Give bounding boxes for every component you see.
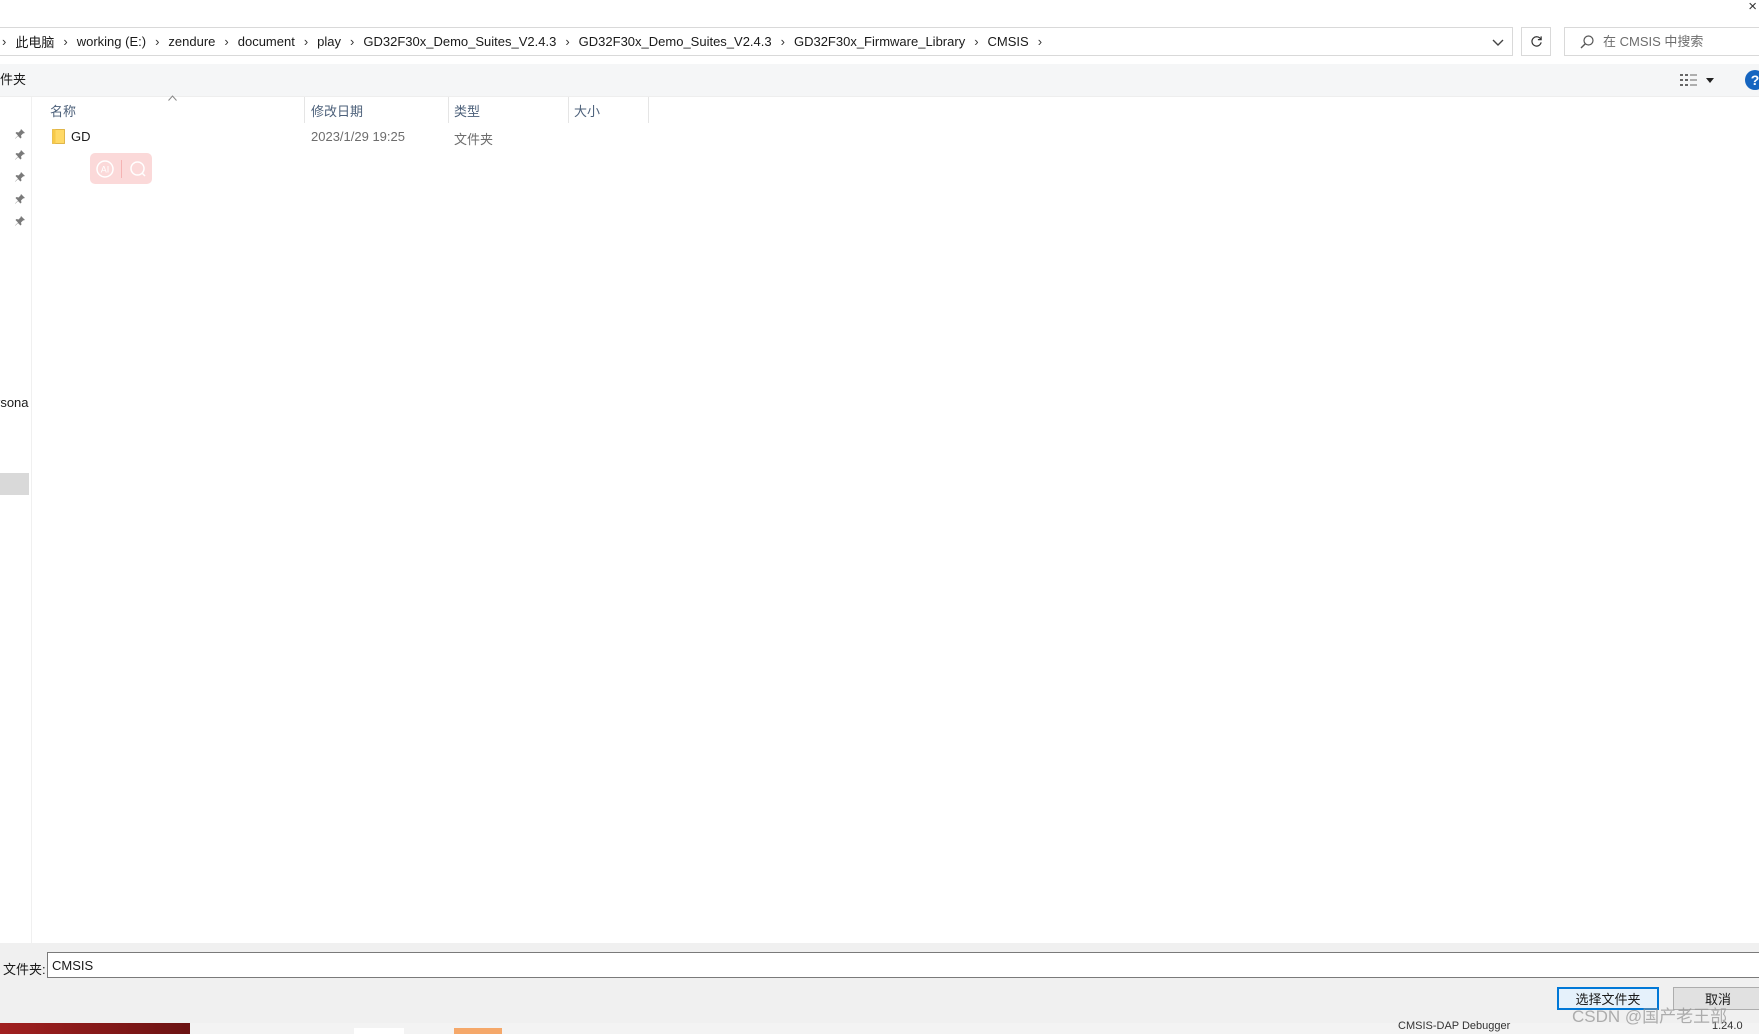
sort-ascending-icon <box>168 92 177 104</box>
column-header-type[interactable]: 类型 <box>454 97 480 123</box>
search-icon <box>1580 34 1594 48</box>
breadcrumb-cmsis[interactable]: CMSIS <box>988 34 1029 49</box>
taskbar-item[interactable] <box>354 1028 404 1034</box>
dialog-footer: 文件夹: 选择文件夹 取消 <box>0 943 1759 1023</box>
folder-label: 文件夹: <box>3 962 46 977</box>
breadcrumb-separator[interactable]: › <box>1029 34 1051 49</box>
column-header-size[interactable]: 大小 <box>574 97 600 123</box>
toolbar: 件夹 <box>0 64 1759 97</box>
details-view-icon <box>1680 74 1697 86</box>
folder-name-input[interactable] <box>47 952 1759 978</box>
column-divider[interactable] <box>568 97 569 123</box>
address-row: › 此电脑 › working (E:) › zendure › documen… <box>0 26 1759 58</box>
taskbar: CMSIS-DAP Debugger 1.24.0 <box>0 1020 1759 1034</box>
svg-text:AI: AI <box>100 164 109 174</box>
nav-item-personal[interactable]: rsona <box>0 395 29 410</box>
pin-icon <box>15 172 25 182</box>
breadcrumb-separator[interactable]: › <box>772 34 794 49</box>
pin-icon <box>15 216 25 226</box>
new-folder-button[interactable]: 件夹 <box>0 64 26 96</box>
file-list: 名称 修改日期 类型 大小 GD 2023/1/29 19:25 文件夹 AI <box>32 95 1759 943</box>
taskbar-item[interactable] <box>454 1028 502 1034</box>
watermark: CSDN @国产老王部 <box>1572 1007 1728 1026</box>
close-icon[interactable]: × <box>1748 0 1757 14</box>
breadcrumb-firmware-library[interactable]: GD32F30x_Firmware_Library <box>794 34 965 49</box>
search-input[interactable] <box>1603 34 1753 49</box>
ai-assistant-toolbar: AI <box>90 153 152 184</box>
breadcrumb-separator[interactable]: › <box>556 34 578 49</box>
pin-icon <box>15 150 25 160</box>
file-name: GD <box>71 129 91 144</box>
breadcrumb: › 此电脑 › working (E:) › zendure › documen… <box>0 28 1051 55</box>
address-bar[interactable]: › 此电脑 › working (E:) › zendure › documen… <box>0 27 1513 56</box>
file-picker-dialog: × › 此电脑 › working (E:) › zendure › docum… <box>0 0 1759 1034</box>
nav-item-selected[interactable] <box>0 473 29 495</box>
breadcrumb-demo-suites[interactable]: GD32F30x_Demo_Suites_V2.4.3 <box>363 34 556 49</box>
column-divider[interactable] <box>648 97 649 123</box>
breadcrumb-separator[interactable]: › <box>295 34 317 49</box>
breadcrumb-separator[interactable]: › <box>215 34 237 49</box>
column-divider[interactable] <box>448 97 449 123</box>
pin-icon <box>15 194 25 204</box>
pin-icon <box>15 129 25 139</box>
navigation-pane: rsona <box>0 97 32 943</box>
column-header-date[interactable]: 修改日期 <box>311 97 363 123</box>
file-type: 文件夹 <box>454 132 494 147</box>
breadcrumb-separator[interactable]: › <box>0 34 15 49</box>
taskbar-debugger-label: CMSIS-DAP Debugger <box>1398 1020 1511 1032</box>
caret-down-icon <box>1706 77 1714 83</box>
breadcrumb-separator[interactable]: › <box>54 34 76 49</box>
refresh-icon <box>1530 36 1542 47</box>
chevron-down-icon <box>1492 39 1504 46</box>
address-history-button[interactable] <box>1484 29 1512 56</box>
help-icon[interactable]: ? <box>1745 70 1759 90</box>
taskbar-app-thumbnail[interactable] <box>0 1023 190 1034</box>
column-header-name[interactable]: 名称 <box>50 97 76 123</box>
breadcrumb-this-pc[interactable]: 此电脑 <box>15 32 54 51</box>
breadcrumb-document[interactable]: document <box>238 34 295 49</box>
search-icon[interactable] <box>128 159 148 179</box>
view-options-button[interactable] <box>1680 70 1714 90</box>
list-item[interactable]: GD 2023/1/29 19:25 文件夹 <box>32 125 632 149</box>
folder-icon <box>52 129 65 144</box>
breadcrumb-play[interactable]: play <box>317 34 341 49</box>
breadcrumb-separator[interactable]: › <box>965 34 987 49</box>
refresh-button[interactable] <box>1521 27 1551 56</box>
breadcrumb-separator[interactable]: › <box>341 34 363 49</box>
breadcrumb-demo-suites-inner[interactable]: GD32F30x_Demo_Suites_V2.4.3 <box>579 34 772 49</box>
ai-icon[interactable]: AI <box>95 159 115 179</box>
search-box[interactable] <box>1564 27 1759 56</box>
breadcrumb-zendure[interactable]: zendure <box>168 34 215 49</box>
breadcrumb-separator[interactable]: › <box>146 34 168 49</box>
breadcrumb-drive[interactable]: working (E:) <box>77 34 146 49</box>
column-divider[interactable] <box>304 97 305 123</box>
pill-divider <box>120 159 122 178</box>
title-bar: × <box>0 0 1759 26</box>
file-date: 2023/1/29 19:25 <box>311 129 405 144</box>
